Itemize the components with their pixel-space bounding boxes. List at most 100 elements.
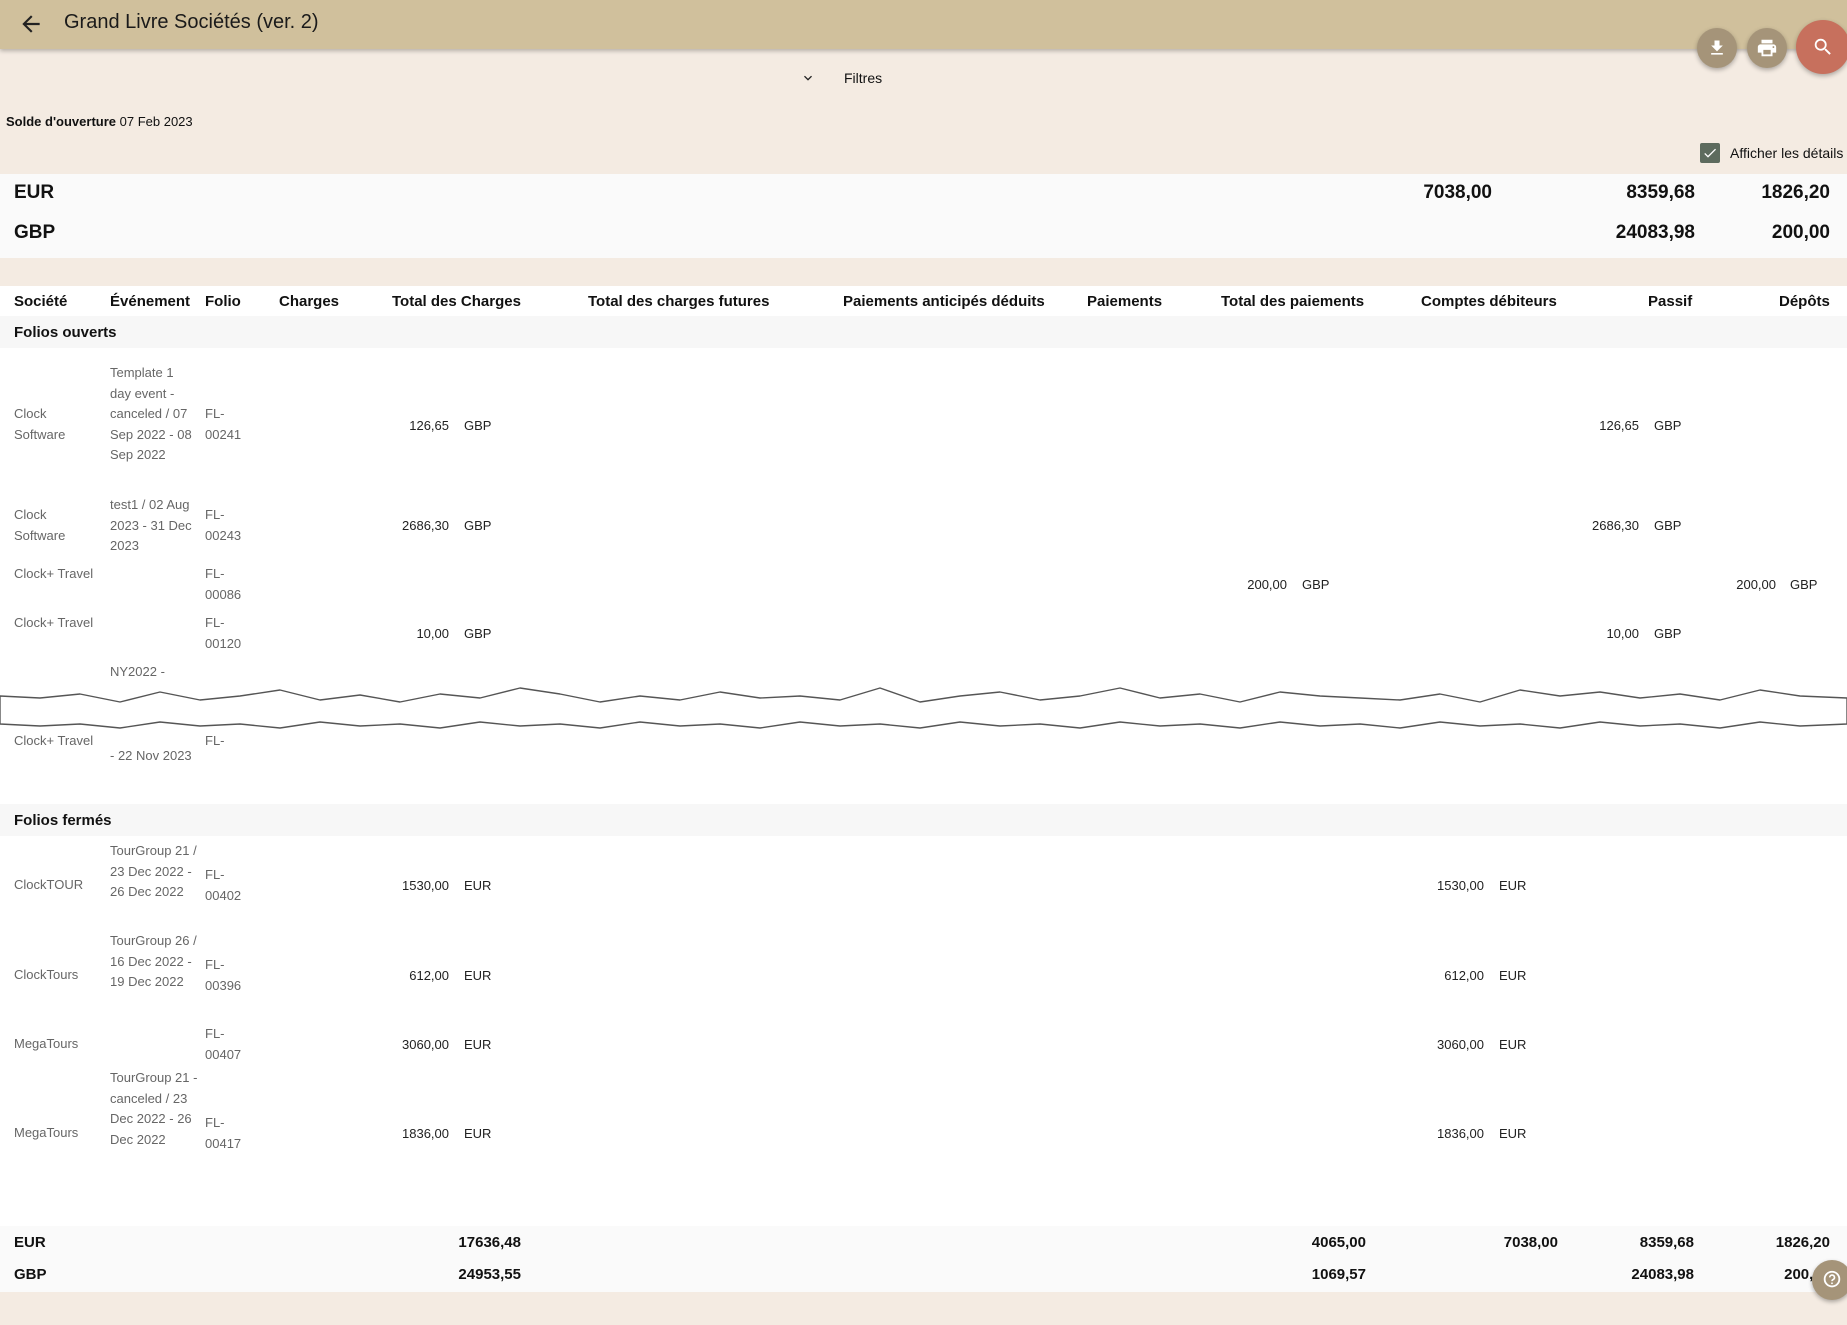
cell-company: Clock+ Travel [14, 566, 94, 581]
summary-value: 24083,98 [1615, 222, 1695, 243]
column-header[interactable]: Paiements [1087, 293, 1162, 310]
chevron-down-icon [804, 75, 812, 81]
column-header[interactable]: Total des charges futures [588, 293, 769, 310]
check-icon [1704, 148, 1716, 158]
cell-currency: EUR [464, 878, 492, 893]
cell-company: Clock+ Travel [14, 615, 94, 630]
cell-event: TourGroup 21 - canceled / 23 Dec 2022 - … [110, 1070, 198, 1147]
cell-total-charges: 10,00 [416, 626, 449, 641]
total-charges: 24953,55 [458, 1266, 521, 1283]
opening-balance-date: 07 Feb 2023 [119, 114, 193, 129]
cell-currency: GBP [1654, 518, 1682, 533]
section-title: Folios fermés [14, 812, 112, 829]
summary-row-gbp: GBP 24083,98 200,00 [0, 214, 1847, 254]
cell-receivables: 1836,00 [1437, 1126, 1484, 1141]
summary-value: 8359,68 [1626, 182, 1695, 203]
cell-currency: GBP [464, 418, 492, 433]
column-header[interactable]: Dépôts [1779, 293, 1830, 310]
cell-deposits: 200,00 [1736, 577, 1776, 592]
page-title: Grand Livre Sociétés (ver. 2) [64, 11, 319, 33]
show-details-label: Afficher les détails [1730, 145, 1844, 161]
cell-folio[interactable]: FL-00241 [205, 404, 255, 445]
cell-event: test1 / 02 Aug 2023 - 31 Dec 2023 [110, 497, 192, 553]
cell-total-charges: 1530,00 [402, 878, 449, 893]
cell-company: MegaTours [14, 1036, 79, 1051]
currency-summary: EUR 7038,00 8359,68 1826,20 GBP 24083,98… [0, 174, 1847, 258]
cell-folio[interactable]: FL-00417 [205, 1113, 255, 1154]
cell-folio[interactable]: FL-00402 [205, 865, 255, 906]
cell-event: - 22 Nov 2023 [110, 748, 192, 763]
torn-edge [0, 687, 1847, 729]
totals-footer: EUR 17636,48 4065,00 7038,00 8359,68 182… [0, 1226, 1847, 1292]
total-passif: 8359,68 [1639, 1234, 1694, 1251]
cell-receivables: 1530,00 [1437, 878, 1484, 893]
cell-currency: EUR [1499, 1037, 1527, 1052]
cell-currency: GBP [464, 518, 492, 533]
cell-company: Clock Software [14, 406, 66, 442]
summary-value: 1826,20 [1761, 182, 1830, 203]
cell-currency: GBP [1654, 418, 1682, 433]
arrow-back-icon [22, 15, 40, 33]
cell-currency: EUR [464, 1037, 492, 1052]
column-header[interactable]: Total des paiements [1221, 293, 1364, 310]
cell-total-charges: 1836,00 [402, 1126, 449, 1141]
total-currency: EUR [14, 1234, 46, 1251]
cell-folio[interactable]: FL-00396 [205, 955, 255, 996]
print-icon [1757, 39, 1777, 57]
cell-folio[interactable]: FL-00120 [205, 613, 255, 654]
cell-folio[interactable]: FL-00086 [205, 564, 255, 605]
total-receivables: 7038,00 [1503, 1234, 1558, 1251]
cell-receivables: 612,00 [1444, 968, 1484, 983]
cell-event: TourGroup 26 / 16 Dec 2022 - 19 Dec 2022 [110, 933, 197, 989]
cell-passif: 2686,30 [1592, 518, 1639, 533]
cell-total-payments: 200,00 [1247, 577, 1287, 592]
total-passif: 24083,98 [1631, 1266, 1694, 1283]
total-payments: 1069,57 [1311, 1266, 1366, 1283]
summary-currency: EUR [14, 182, 55, 203]
cell-currency: EUR [1499, 1126, 1527, 1141]
help-button[interactable] [1812, 1260, 1847, 1300]
column-header[interactable]: Folio [205, 293, 241, 310]
cell-currency: GBP [1302, 577, 1330, 592]
cell-currency: EUR [464, 968, 492, 983]
section-open-folios: Folios ouverts [0, 316, 1847, 348]
cell-receivables: 3060,00 [1437, 1037, 1484, 1052]
column-header[interactable]: Passif [1648, 293, 1692, 310]
cell-company: MegaTours [14, 1125, 79, 1140]
filters-label: Filtres [844, 70, 883, 86]
cell-currency: EUR [464, 1126, 492, 1141]
column-header[interactable]: Charges [279, 293, 339, 310]
cell-passif: 10,00 [1606, 626, 1639, 641]
summary-value: 7038,00 [1423, 182, 1492, 203]
column-header[interactable]: Événement [110, 293, 190, 310]
show-details-checkbox[interactable]: Afficher les détails [1700, 143, 1843, 163]
cell-total-charges: 2686,30 [402, 518, 449, 533]
column-header[interactable]: Société [14, 293, 67, 310]
back-button[interactable] [18, 11, 44, 37]
print-button[interactable] [1747, 28, 1787, 68]
app-bar: Grand Livre Sociétés (ver. 2) [0, 0, 1847, 49]
cell-folio[interactable]: FL-00243 [205, 505, 255, 546]
search-button[interactable] [1796, 20, 1847, 74]
cell-company: ClockTOUR [14, 877, 84, 892]
cell-company: Clock Software [14, 507, 66, 543]
cell-passif: 126,65 [1599, 418, 1639, 433]
ledger-table: Société Événement Folio Charges Total de… [0, 286, 1847, 1292]
download-button[interactable] [1697, 28, 1737, 68]
cell-folio[interactable]: FL-00407 [205, 1024, 255, 1065]
cell-company: ClockTours [14, 967, 79, 982]
filters-toggle[interactable]: Filtres [800, 70, 882, 86]
total-deposits: 200,00 [1784, 1266, 1830, 1283]
checkbox-box[interactable] [1700, 143, 1720, 163]
cell-currency: GBP [1654, 626, 1682, 641]
cell-currency: EUR [1499, 878, 1527, 893]
opening-balance-label: Solde d'ouverture [6, 114, 116, 129]
cell-total-charges: 612,00 [409, 968, 449, 983]
cell-currency: EUR [1499, 968, 1527, 983]
opening-balance: Solde d'ouverture 07 Feb 2023 [6, 114, 193, 129]
cell-currency: GBP [1790, 577, 1818, 592]
column-header[interactable]: Total des Charges [392, 293, 521, 310]
column-header[interactable]: Comptes débiteurs [1421, 293, 1557, 310]
column-header[interactable]: Paiements anticipés déduits [843, 293, 1045, 310]
cell-event: Template 1 day event - canceled / 07 Sep… [110, 365, 192, 462]
